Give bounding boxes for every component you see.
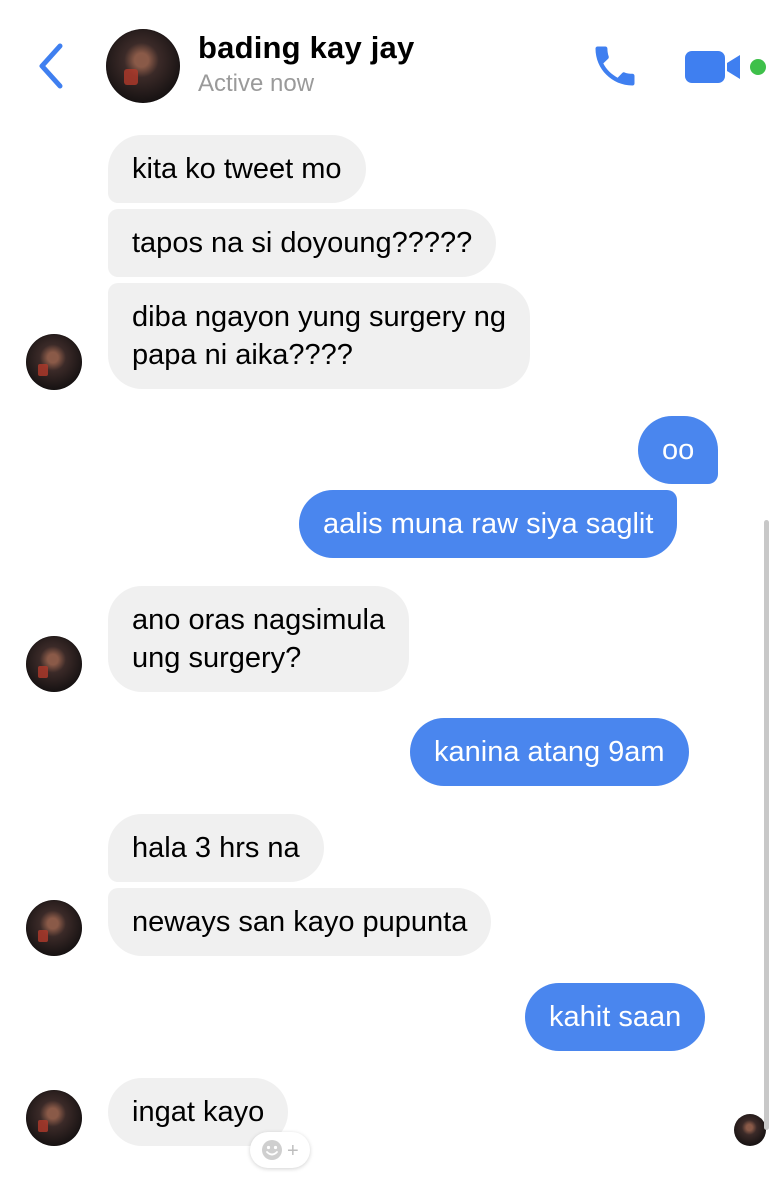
phone-icon[interactable] — [588, 40, 642, 92]
message-bubble-received[interactable]: neways san kayo pupunta — [108, 888, 492, 956]
message-text: oo — [662, 434, 695, 466]
message-text-line: ano oras nagsimula — [132, 604, 386, 636]
plus-symbol: + — [287, 1140, 299, 1162]
message-bubble-sent[interactable]: oo — [638, 416, 719, 484]
scrollbar[interactable] — [764, 520, 769, 1130]
message-bubble-received[interactable]: hala 3 hrs na — [108, 814, 324, 882]
message-text: hala 3 hrs na — [132, 832, 300, 864]
message-text-line: diba ngayon yung surgery ng — [132, 301, 507, 333]
message-text: kita ko tweet mo — [132, 153, 342, 185]
message-text-line: papa ni aika???? — [132, 339, 353, 371]
sender-avatar[interactable] — [26, 636, 82, 692]
seen-receipt-avatar — [734, 1114, 766, 1146]
message-text-line: ung surgery? — [132, 642, 302, 674]
message-text: ingat kayo — [132, 1096, 265, 1128]
contact-name[interactable]: bading kay jay — [198, 30, 414, 66]
message-text: kahit saan — [549, 1001, 682, 1033]
message-text: tapos na si doyoung????? — [132, 227, 473, 259]
smiley-add-icon: + — [262, 1140, 299, 1162]
message-bubble-received[interactable]: kita ko tweet mo — [108, 135, 366, 203]
message-bubble-received[interactable]: diba ngayon yung surgery ng papa ni aika… — [108, 283, 531, 389]
message-text: neways san kayo pupunta — [132, 906, 468, 938]
contact-avatar[interactable] — [106, 29, 180, 103]
sender-avatar[interactable] — [26, 900, 82, 956]
message-bubble-sent[interactable]: kahit saan — [525, 983, 706, 1051]
message-bubble-received[interactable]: ano oras nagsimula ung surgery? — [108, 586, 410, 692]
active-status: Active now — [198, 70, 315, 97]
video-camera-icon[interactable] — [684, 49, 744, 85]
message-text: aalis muna raw siya saglit — [323, 508, 654, 540]
add-reaction-button[interactable]: + — [250, 1132, 310, 1168]
chat-header: bading kay jay Active now — [0, 0, 775, 120]
sender-avatar[interactable] — [26, 1090, 82, 1146]
message-bubble-received[interactable]: tapos na si doyoung????? — [108, 209, 497, 277]
message-text: kanina atang 9am — [434, 736, 665, 768]
message-bubble-sent[interactable]: kanina atang 9am — [410, 718, 689, 786]
back-chevron-icon[interactable] — [30, 40, 70, 92]
message-bubble-sent[interactable]: aalis muna raw siya saglit — [299, 490, 678, 558]
sender-avatar[interactable] — [26, 334, 82, 390]
online-indicator — [750, 59, 766, 75]
